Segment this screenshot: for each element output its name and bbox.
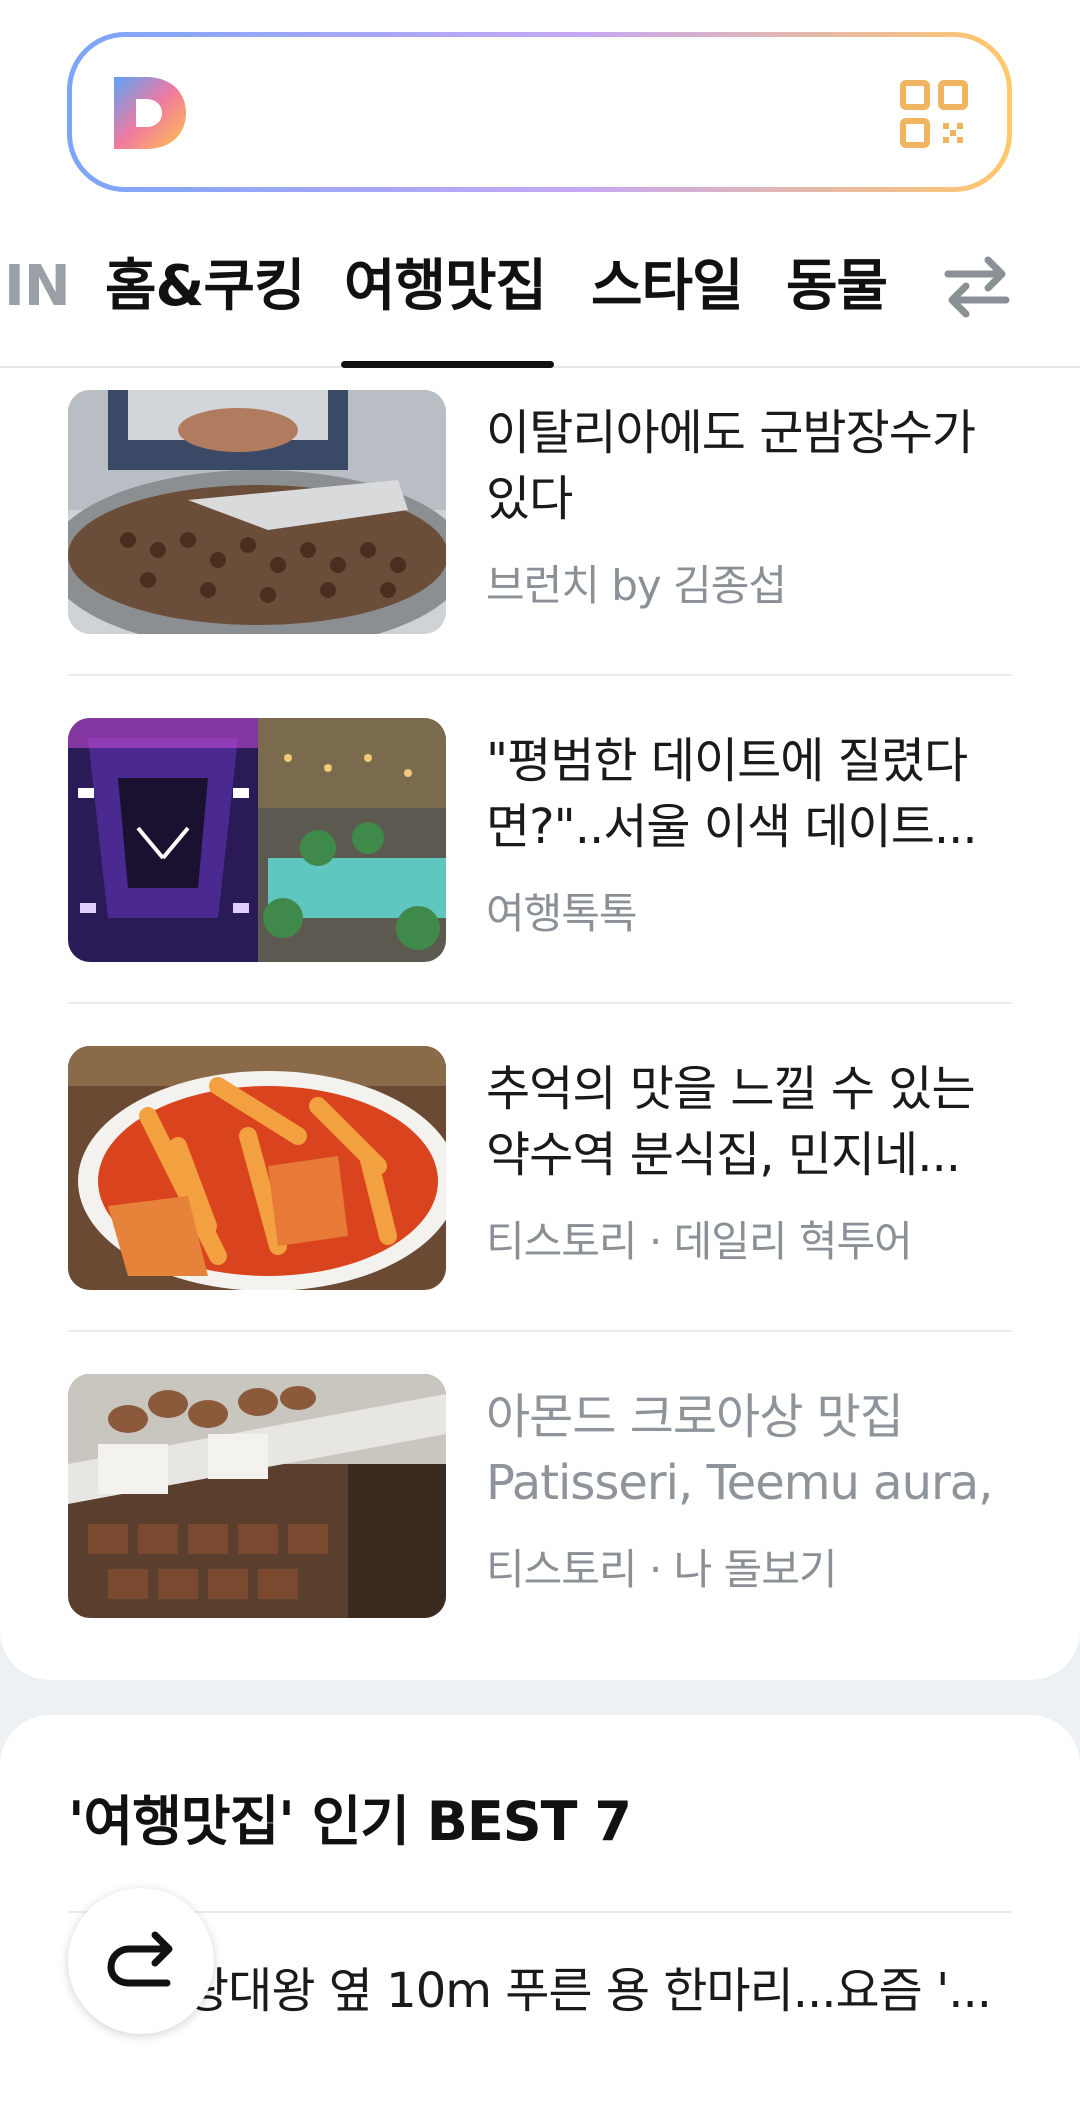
article-thumbnail[interactable] [68,718,446,962]
divider [68,1002,1012,1004]
article-title[interactable]: 아몬드 크로아상 맛집 Patisseri, Teemu aura, ... [486,1384,1016,1516]
article-source: 티스토리 · 나 돌보기 [486,1545,838,1594]
article-source: 티스토리 · 데일리 혁투어 [486,1217,913,1266]
qr-code-icon[interactable] [899,79,969,149]
article-title[interactable]: 추억의 맛을 느낄 수 있는 약수역 분식집, 민지네... [486,1056,1016,1188]
article-thumbnail[interactable] [68,390,446,634]
share-button[interactable] [68,1888,214,2034]
list-item[interactable]: 추억의 맛을 느낄 수 있는 약수역 분식집, 민지네... 티스토리 · 데일… [68,1046,1012,1290]
daum-logo-icon[interactable] [110,73,190,153]
list-item[interactable]: 아몬드 크로아상 맛집 Patisseri, Teemu aura, ... 티… [68,1374,1012,1618]
divider [68,674,1012,676]
top-bar: IN 홈&쿠킹 여행맛집 스타일 동물 [0,0,1080,368]
divider [68,1911,1012,1913]
article-title[interactable]: 이탈리아에도 군밤장수가 있다 [486,400,1016,532]
tab-animal[interactable]: 동물 [786,250,888,368]
tab-style[interactable]: 스타일 [591,250,744,368]
share-redo-icon [107,1931,173,1987]
article-thumbnail[interactable] [68,1374,446,1618]
best-list-item[interactable]: 광대왕 옆 10m 푸른 용 한마리...요즘 '... [185,1951,1005,2021]
article-thumbnail[interactable] [68,1046,446,1290]
divider [68,1330,1012,1332]
article-source: 브런치 by 김종섭 [486,561,787,610]
tab-partial[interactable]: IN [4,250,71,368]
tab-home-cooking[interactable]: 홈&쿠킹 [105,250,305,368]
article-list-card: 이탈리아에도 군밤장수가 있다 브런치 by 김종섭 "평범한 데이트에 질렸다… [0,368,1080,1680]
swap-arrows-icon[interactable] [940,250,1014,324]
list-item[interactable]: "평범한 데이트에 질렸다면?"..서울 이색 데이트... 여행톡톡 [68,718,1012,962]
tab-travel-food[interactable]: 여행맛집 [344,250,547,368]
article-title[interactable]: "평범한 데이트에 질렸다면?"..서울 이색 데이트... [486,728,1016,860]
section-title: '여행맛집' 인기 BEST 7 [68,1790,632,1853]
list-item[interactable]: 이탈리아에도 군밤장수가 있다 브런치 by 김종섭 [68,390,1012,634]
tab-selected-indicator [341,361,554,368]
category-tabs: IN 홈&쿠킹 여행맛집 스타일 동물 [0,250,1080,368]
article-source: 여행톡톡 [486,889,638,938]
search-bar[interactable] [67,32,1012,192]
